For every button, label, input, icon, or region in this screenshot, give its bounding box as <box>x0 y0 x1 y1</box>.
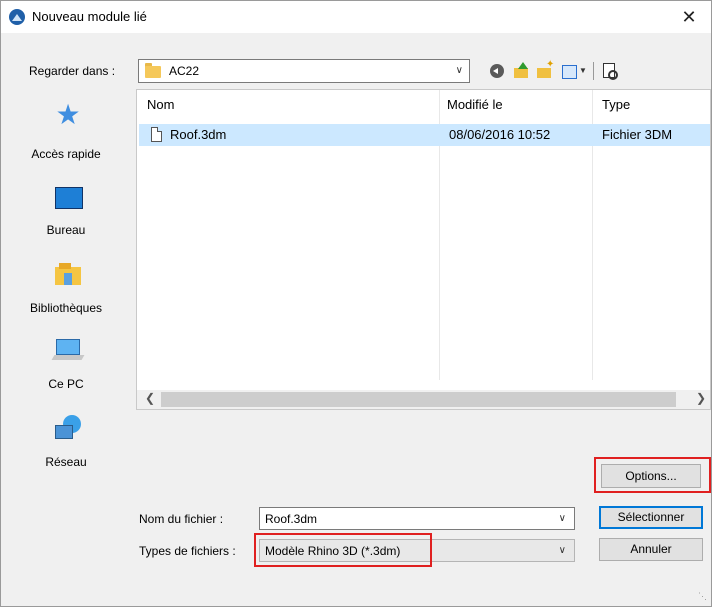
desktop-icon <box>55 187 83 209</box>
window-title: Nouveau module lié <box>32 9 147 24</box>
column-header-type[interactable]: Type <box>602 90 630 120</box>
app-logo-icon <box>9 9 25 25</box>
sidebar-item-desktop[interactable]: Bureau <box>11 183 121 237</box>
quick-access-star-icon: ★ <box>55 99 81 130</box>
title-bar: Nouveau module lié ✕ <box>1 1 711 33</box>
close-button[interactable]: ✕ <box>667 1 711 33</box>
sidebar-item-this-pc[interactable]: Ce PC <box>11 337 121 393</box>
column-header-name[interactable]: Nom <box>147 90 174 120</box>
chevron-down-icon: ∨ <box>558 545 566 556</box>
network-icon <box>55 415 83 441</box>
sidebar-item-libraries[interactable]: Bibliothèques <box>11 261 121 317</box>
scroll-left-icon[interactable]: ❮ <box>145 391 155 405</box>
sidebar-item-label: Réseau <box>45 455 87 469</box>
folder-icon <box>145 63 161 78</box>
up-folder-icon[interactable] <box>512 62 530 80</box>
options-button[interactable]: Options... <box>601 464 701 488</box>
sidebar-item-quick-access[interactable]: ★ Accès rapide <box>11 101 121 167</box>
sidebar-item-label: Bureau <box>46 223 86 237</box>
sidebar-item-network[interactable]: Réseau <box>11 415 121 471</box>
toolbar-separator <box>593 62 594 80</box>
view-menu-icon[interactable] <box>562 62 580 80</box>
file-type: Fichier 3DM <box>602 127 673 142</box>
libraries-icon <box>55 263 81 285</box>
horizontal-scrollbar[interactable]: ❮ ❯ <box>137 390 710 409</box>
new-folder-icon[interactable] <box>536 59 554 80</box>
filename-field[interactable]: Roof.3dm ∨ <box>259 507 575 530</box>
resize-grip-icon[interactable]: ⋱ <box>698 591 707 602</box>
sidebar-item-label: Accès rapide <box>31 147 101 161</box>
scrollbar-thumb[interactable] <box>161 392 676 407</box>
filetypes-highlight-box <box>254 533 432 567</box>
lookin-value: AC22 <box>169 64 200 78</box>
sidebar-item-label: Bibliothèques <box>29 301 103 315</box>
back-icon[interactable] <box>488 62 506 80</box>
cancel-button[interactable]: Annuler <box>599 538 703 561</box>
select-button[interactable]: Sélectionner <box>599 506 703 529</box>
preview-icon[interactable] <box>601 62 619 80</box>
filetypes-label: Types de fichiers : <box>139 544 236 558</box>
file-dialog: Nouveau module lié ✕ Regarder dans : AC2… <box>0 0 712 607</box>
view-menu-arrow-icon[interactable]: ▼ <box>579 66 587 75</box>
chevron-down-icon: ∨ <box>455 65 463 76</box>
column-header-modified[interactable]: Modifié le <box>447 90 503 120</box>
lookin-label: Regarder dans : <box>29 64 116 78</box>
this-pc-icon <box>51 339 85 363</box>
file-icon <box>151 127 162 142</box>
sort-ascending-icon: ∧ <box>287 90 294 93</box>
file-name: Roof.3dm <box>170 127 227 142</box>
chevron-down-icon[interactable]: ∨ <box>559 513 566 524</box>
file-list[interactable]: ∧ Nom Modifié le Type Roof.3dm 08/06/201… <box>136 89 711 410</box>
scroll-right-icon[interactable]: ❯ <box>696 391 706 405</box>
file-modified: 08/06/2016 10:52 <box>449 127 551 142</box>
sidebar-item-label: Ce PC <box>48 377 84 391</box>
lookin-dropdown[interactable]: AC22 ∨ <box>138 59 470 83</box>
filename-label: Nom du fichier : <box>139 512 224 526</box>
table-row[interactable]: Roof.3dm 08/06/2016 10:52 Fichier 3DM <box>139 124 710 146</box>
filename-value: Roof.3dm <box>265 512 318 526</box>
